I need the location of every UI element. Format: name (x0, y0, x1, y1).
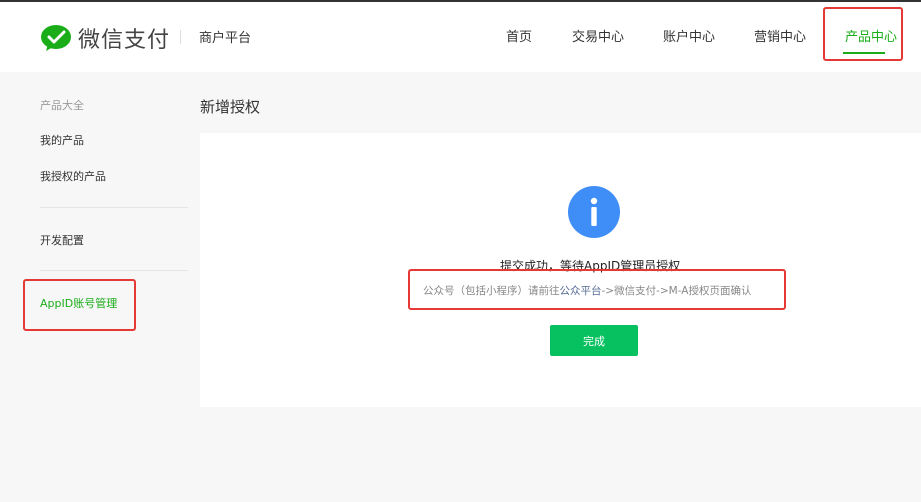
info-icon (568, 186, 620, 238)
annotation-box-message (408, 269, 786, 310)
page-title: 新增授权 (200, 98, 261, 116)
sidebar-item-authorized-products[interactable]: 我授权的产品 (40, 168, 106, 184)
sidebar-item-dev-config[interactable]: 开发配置 (40, 232, 84, 248)
done-button[interactable]: 完成 (550, 325, 638, 356)
sidebar-section-title: 产品大全 (40, 99, 84, 112)
header-separator (180, 30, 181, 44)
nav-transaction-center[interactable]: 交易中心 (572, 26, 624, 45)
sidebar-divider (40, 207, 188, 208)
platform-name: 商户平台 (199, 31, 252, 46)
brand-logo[interactable]: 微信支付 (40, 23, 170, 53)
brand-name: 微信支付 (78, 28, 171, 53)
sidebar-divider (40, 270, 188, 271)
nav-home[interactable]: 首页 (506, 26, 532, 45)
header: 微信支付 商户平台 首页 交易中心 账户中心 营销中心 产品中心 (0, 2, 921, 72)
sidebar-item-my-products[interactable]: 我的产品 (40, 132, 84, 148)
nav-marketing-center[interactable]: 营销中心 (754, 26, 806, 45)
wechat-pay-icon (41, 25, 71, 51)
nav-account-center[interactable]: 账户中心 (663, 26, 715, 45)
annotation-box-appid (23, 279, 136, 331)
annotation-box-product-center (823, 7, 903, 61)
